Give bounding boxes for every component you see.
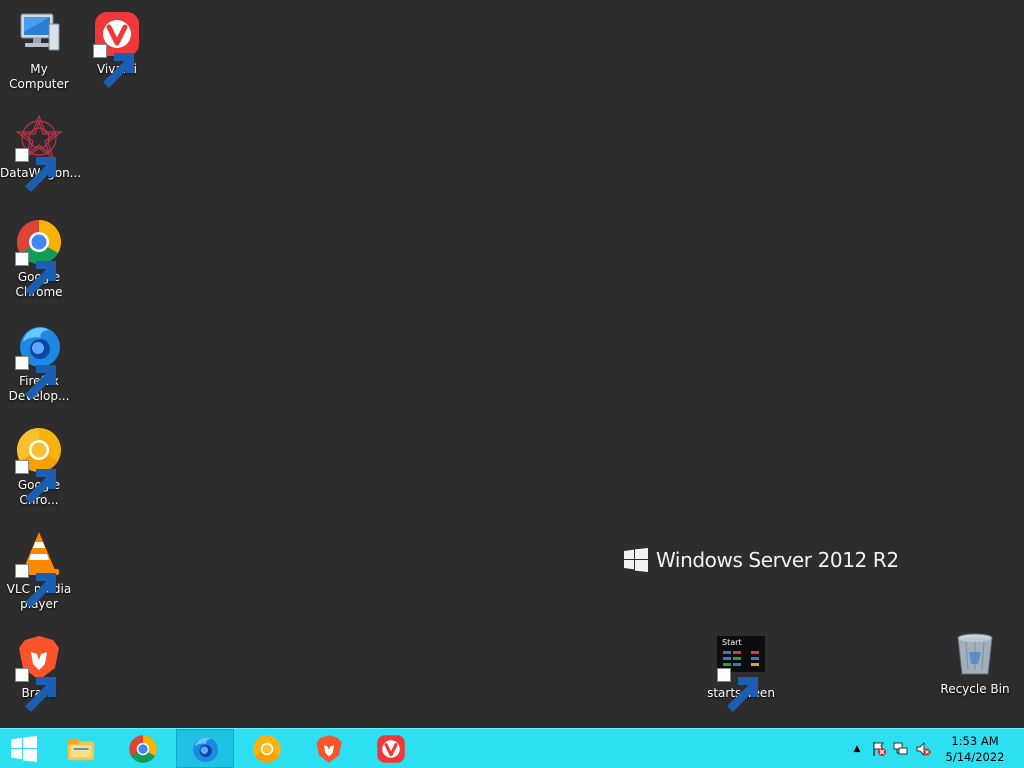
- taskbar-brave[interactable]: [300, 729, 358, 768]
- taskbar-file-explorer[interactable]: [52, 729, 110, 768]
- shortcut-arrow-icon: [15, 148, 56, 192]
- network-icon[interactable]: [890, 738, 912, 760]
- chevron-up-icon: ▲: [853, 743, 861, 754]
- taskbar-clock[interactable]: 1:53 AM 5/14/2022: [942, 733, 1008, 765]
- desktop-icon-vivaldi[interactable]: Vivaldi: [78, 10, 156, 88]
- computer-icon: [15, 10, 63, 58]
- desktop-icon-brave[interactable]: Brave: [0, 634, 78, 712]
- desktop-icon-firefox-developer[interactable]: Firefox Develop...: [0, 322, 78, 404]
- firefox-developer-icon: [15, 322, 63, 400]
- desktop-icon-recycle-bin[interactable]: Recycle Bin: [936, 630, 1014, 697]
- shortcut-arrow-icon: [15, 356, 56, 400]
- desktop-icon-label: My Computer: [9, 62, 69, 91]
- taskbar-firefox-developer[interactable]: [176, 729, 234, 768]
- startscreen-icon: Start: [717, 634, 765, 712]
- brave-icon: [316, 734, 342, 763]
- start-button[interactable]: [0, 729, 48, 768]
- action-center-icon[interactable]: [868, 738, 890, 760]
- desktop-icon-google-chrome[interactable]: Google Chrome: [0, 218, 78, 300]
- taskbar: ▲ 1:53 AM 5/14/2022: [0, 728, 1024, 768]
- volume-muted-icon[interactable]: [912, 738, 934, 760]
- desktop[interactable]: My Computer Vivaldi DataWagon... Google …: [0, 0, 1024, 728]
- recycle-bin-icon: [951, 630, 999, 678]
- taskbar-chrome[interactable]: [114, 729, 172, 768]
- system-tray: ▲ 1:53 AM 5/14/2022: [846, 729, 1024, 768]
- desktop-icon-startscreen[interactable]: Start startscreen: [702, 634, 780, 712]
- shortcut-arrow-icon: [717, 668, 758, 712]
- shortcut-arrow-icon: [15, 460, 56, 504]
- desktop-icon-vlc[interactable]: VLC media player: [0, 530, 78, 612]
- startscreen-thumb-label: Start: [722, 638, 742, 647]
- vivaldi-icon: [93, 10, 141, 88]
- desktop-icon-label: Recycle Bin: [940, 682, 1010, 696]
- file-explorer-icon: [67, 738, 95, 760]
- windows-logo-icon: [624, 548, 648, 572]
- desktop-icon-my-computer[interactable]: My Computer: [0, 10, 78, 92]
- shortcut-arrow-icon: [15, 564, 56, 608]
- datawagon-icon: [15, 114, 63, 192]
- vivaldi-icon: [377, 734, 405, 763]
- shortcut-arrow-icon: [15, 252, 56, 296]
- os-watermark: Windows Server 2012 R2: [624, 548, 899, 572]
- chrome-icon: [15, 218, 63, 296]
- taskbar-chrome-canary[interactable]: [238, 729, 296, 768]
- start-icon: [11, 735, 37, 762]
- clock-date: 5/14/2022: [945, 749, 1005, 764]
- desktop-icon-datawagon[interactable]: DataWagon...: [0, 114, 81, 192]
- show-hidden-icons-button[interactable]: ▲: [846, 738, 868, 760]
- desktop-icon-google-chrome-canary[interactable]: Google Chro...: [0, 426, 78, 508]
- chrome-canary-icon: [15, 426, 63, 504]
- shortcut-arrow-icon: [15, 668, 56, 712]
- chrome-canary-icon: [253, 734, 281, 763]
- clock-time: 1:53 AM: [951, 733, 999, 748]
- taskbar-vivaldi[interactable]: [362, 729, 420, 768]
- vlc-icon: [15, 530, 63, 608]
- watermark-text: Windows Server 2012 R2: [656, 548, 899, 572]
- chrome-icon: [129, 734, 157, 763]
- brave-icon: [15, 634, 63, 712]
- shortcut-arrow-icon: [93, 44, 134, 88]
- firefox-developer-icon: [193, 736, 219, 762]
